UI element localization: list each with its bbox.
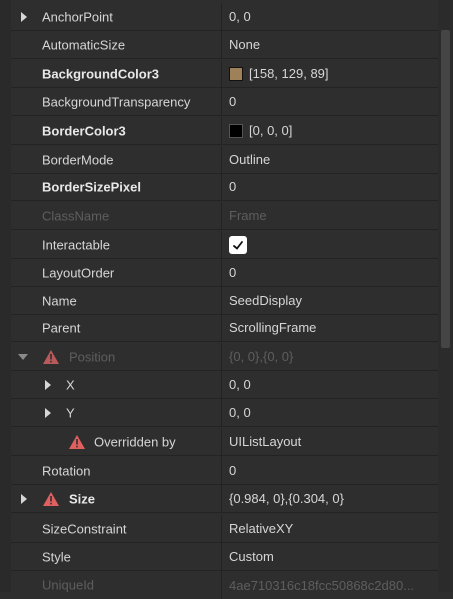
property-row-interactable[interactable]: Interactable (11, 231, 438, 259)
property-value[interactable]: [158, 129, 89] (249, 66, 329, 81)
property-name: BackgroundColor3 (42, 66, 160, 81)
warning-icon (43, 491, 59, 506)
color-swatch[interactable] (229, 66, 243, 81)
vertical-scrollbar[interactable] (438, 0, 453, 592)
properties-panel: AnchorPoint 0, 0 AutomaticSize None Back… (0, 0, 438, 599)
property-name: X (66, 377, 75, 392)
property-value[interactable]: 0 (229, 179, 236, 194)
property-row-size[interactable]: Size {0.984, 0},{0.304, 0} (11, 485, 438, 513)
left-gutter (0, 0, 11, 592)
property-value[interactable]: RelativeXY (229, 521, 293, 536)
property-name: Parent (42, 320, 81, 335)
property-name: BackgroundTransparency (42, 94, 191, 109)
property-row-automatic-size[interactable]: AutomaticSize None (11, 31, 438, 59)
property-name: Rotation (42, 463, 91, 478)
property-row-overridden-by: Overridden by UIListLayout (11, 428, 438, 456)
property-row-background-color[interactable]: BackgroundColor3 [158, 129, 89] (11, 60, 438, 88)
property-name: SizeConstraint (42, 521, 127, 536)
property-row-border-size[interactable]: BorderSizePixel 0 (11, 173, 438, 201)
property-name: LayoutOrder (42, 265, 115, 280)
expand-arrow-icon[interactable] (45, 379, 51, 390)
property-value[interactable]: SeedDisplay (229, 293, 302, 308)
property-row-style[interactable]: Style Custom (11, 543, 438, 571)
property-value[interactable]: Outline (229, 152, 270, 167)
expand-arrow-icon[interactable] (45, 407, 51, 418)
checkmark-icon (233, 240, 243, 250)
property-row-anchor-point[interactable]: AnchorPoint 0, 0 (11, 3, 438, 31)
interactable-checkbox[interactable] (229, 235, 247, 254)
property-name: Y (66, 405, 75, 420)
property-name: BorderMode (42, 152, 114, 167)
expand-arrow-icon[interactable] (21, 493, 27, 504)
property-value[interactable]: Custom (229, 549, 274, 564)
property-row-class-name: ClassName Frame (11, 202, 438, 230)
property-row-position-x[interactable]: X 0, 0 (11, 371, 438, 399)
property-row-border-color[interactable]: BorderColor3 [0, 0, 0] (11, 117, 438, 145)
property-row-unique-id: UniqueId 4ae710316c18fcc50868c2d80... (11, 571, 438, 599)
collapse-arrow-icon[interactable] (18, 353, 28, 360)
property-value[interactable]: 0, 0 (229, 405, 251, 420)
property-name: Name (42, 293, 77, 308)
property-value[interactable]: {0.984, 0},{0.304, 0} (229, 491, 344, 506)
property-value[interactable]: None (229, 37, 260, 52)
property-value[interactable]: 0 (229, 463, 236, 478)
property-value: Frame (229, 208, 267, 223)
property-row-size-constraint[interactable]: SizeConstraint RelativeXY (11, 515, 438, 543)
property-name: Style (42, 549, 71, 564)
property-value[interactable]: [0, 0, 0] (249, 123, 292, 138)
property-name: ClassName (42, 208, 110, 223)
property-name: Overridden by (94, 434, 176, 449)
color-swatch[interactable] (229, 123, 243, 138)
property-name: BorderColor3 (42, 123, 126, 138)
warning-icon (43, 349, 59, 364)
property-name: Interactable (42, 237, 110, 252)
property-name: BorderSizePixel (42, 179, 141, 194)
scrollbar-thumb[interactable] (441, 30, 450, 348)
property-name: Position (69, 349, 116, 364)
property-row-position[interactable]: Position {0, 0},{0, 0} (11, 343, 438, 371)
property-name: UniqueId (42, 577, 95, 593)
property-row-rotation[interactable]: Rotation 0 (11, 457, 438, 485)
property-value[interactable]: 0, 0 (229, 9, 251, 24)
property-name: AnchorPoint (42, 9, 113, 24)
property-value: UIListLayout (229, 434, 302, 449)
property-row-position-y[interactable]: Y 0, 0 (11, 399, 438, 427)
property-name: AutomaticSize (42, 37, 126, 52)
property-value[interactable]: ScrollingFrame (229, 320, 316, 335)
property-row-layout-order[interactable]: LayoutOrder 0 (11, 259, 438, 287)
property-value[interactable]: 0 (229, 265, 236, 280)
property-value: {0, 0},{0, 0} (229, 349, 294, 364)
property-row-border-mode[interactable]: BorderMode Outline (11, 146, 438, 174)
property-value[interactable]: 0, 0 (229, 377, 251, 392)
property-row-name[interactable]: Name SeedDisplay (11, 287, 438, 315)
property-value: 4ae710316c18fcc50868c2d80... (229, 577, 415, 593)
property-name: Size (69, 491, 96, 506)
expand-arrow-icon[interactable] (21, 11, 27, 22)
property-value[interactable]: 0 (229, 94, 236, 109)
warning-icon (69, 434, 85, 449)
property-row-background-transparency[interactable]: BackgroundTransparency 0 (11, 88, 438, 116)
property-row-parent[interactable]: Parent ScrollingFrame (11, 314, 438, 342)
